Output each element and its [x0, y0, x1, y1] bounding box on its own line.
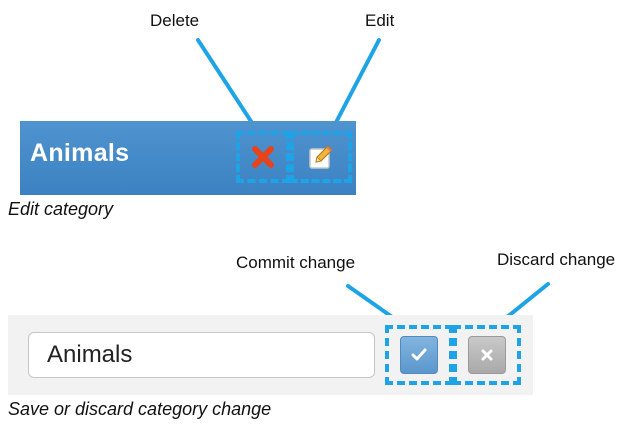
category-name: Animals	[30, 139, 130, 167]
edit-category-button[interactable]	[290, 131, 352, 183]
save-discard-caption: Save or discard category change	[8, 399, 272, 419]
category-name-input[interactable]	[28, 332, 375, 378]
delete-callout-label: Delete	[150, 11, 200, 30]
delete-category-button[interactable]	[236, 131, 290, 183]
close-x-icon	[481, 349, 493, 361]
edit-category-caption: Edit category	[8, 199, 114, 219]
edit-leader-line	[329, 38, 381, 134]
edit-callout-label: Edit	[365, 11, 395, 30]
commit-button-face[interactable]	[400, 336, 438, 374]
close-x-icon	[252, 146, 274, 168]
discard-change-button[interactable]	[453, 325, 521, 385]
pencil-edit-icon	[309, 145, 333, 169]
checkmark-icon	[411, 348, 427, 361]
commit-callout-label: Commit change	[236, 253, 356, 272]
delete-leader-line	[196, 38, 260, 134]
discard-callout-label: Discard change	[497, 250, 616, 269]
commit-change-button[interactable]	[385, 325, 453, 385]
discard-button-face[interactable]	[468, 336, 506, 374]
